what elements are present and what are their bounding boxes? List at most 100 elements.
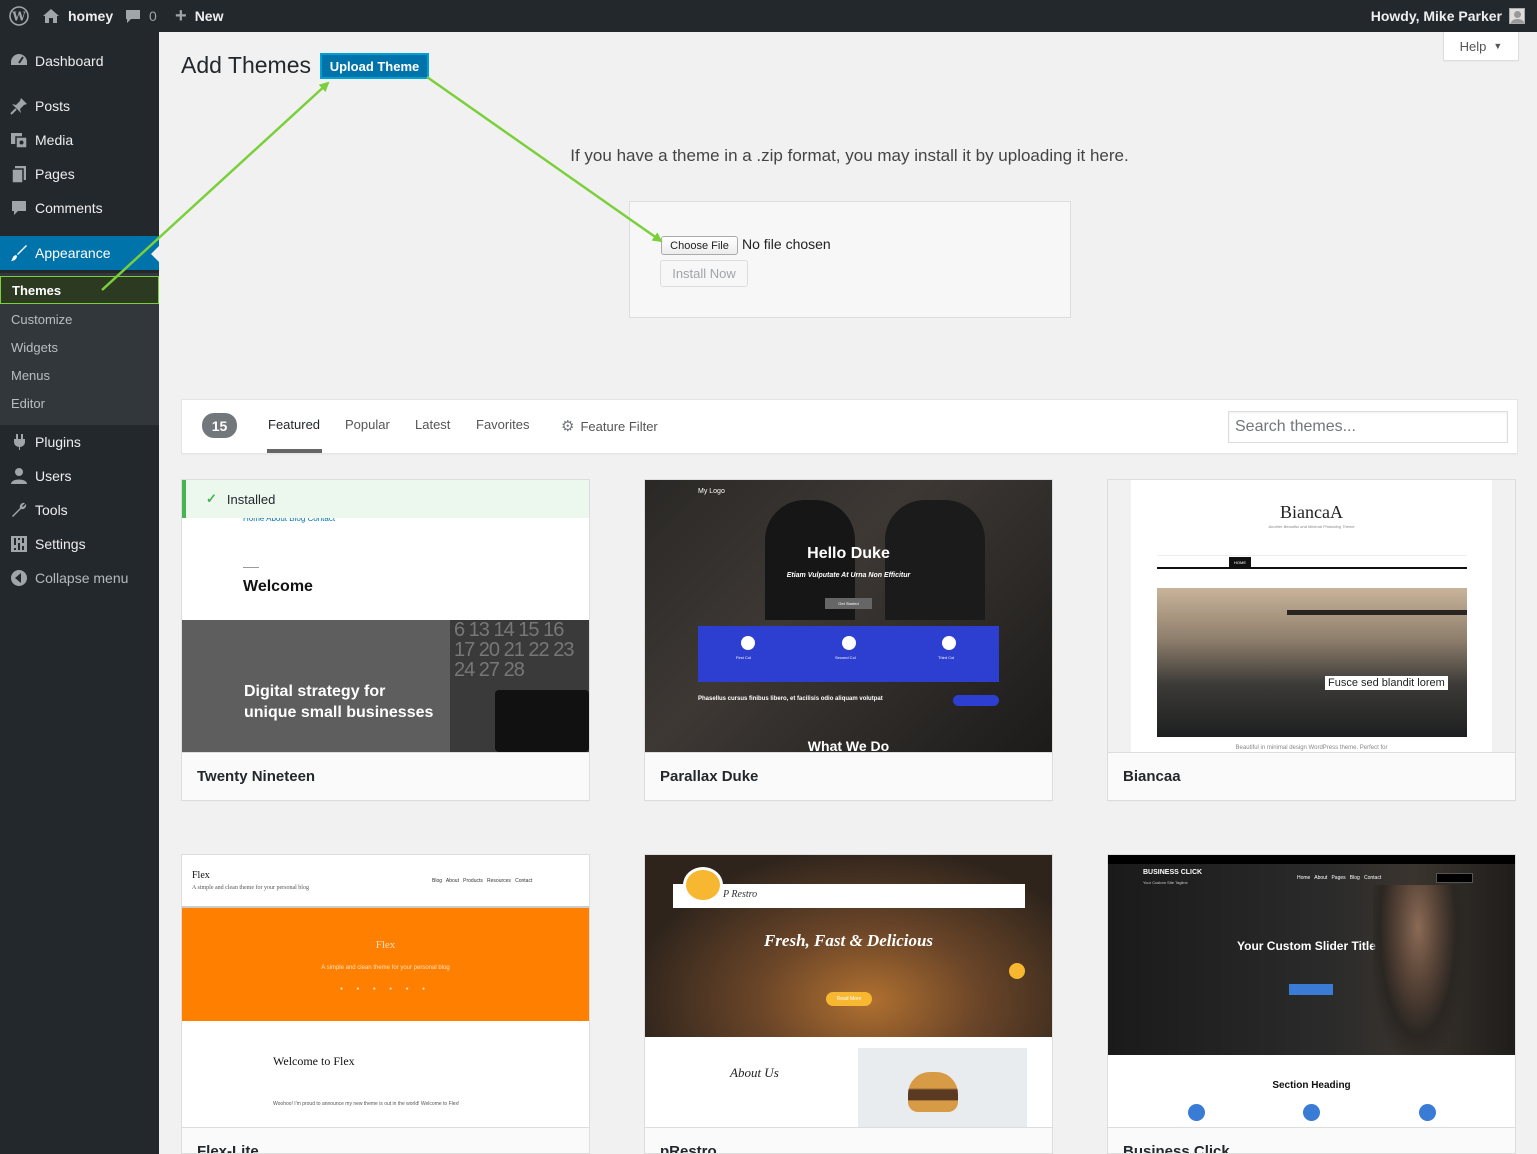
- tab-featured[interactable]: Featured: [268, 417, 320, 432]
- shot-about: About Us: [730, 1065, 779, 1080]
- plug-icon: [0, 433, 35, 451]
- gear-icon: ⚙: [561, 418, 575, 435]
- tab-favorites[interactable]: Favorites: [476, 417, 529, 432]
- howdy-text: Howdy, Mike Parker: [1370, 8, 1502, 24]
- choose-file-button[interactable]: Choose File: [661, 236, 738, 255]
- shot-strip-button: [953, 695, 999, 706]
- menu-label: Appearance: [35, 245, 111, 261]
- install-now-button[interactable]: Install Now: [660, 260, 748, 287]
- menu-dashboard[interactable]: Dashboard: [0, 44, 159, 78]
- shot-button: Get Started: [825, 598, 872, 609]
- caret-down-icon: ▼: [1493, 41, 1503, 51]
- shot-post-title: Welcome to Flex: [273, 1054, 355, 1068]
- shot-title: Hello Duke: [807, 545, 890, 562]
- submenu-customize[interactable]: Customize: [0, 305, 159, 333]
- comment-icon: [0, 199, 35, 217]
- comments-link[interactable]: 0: [125, 0, 157, 32]
- help-tab[interactable]: Help ▼: [1443, 32, 1519, 61]
- menu-label: Media: [35, 132, 74, 148]
- menu-label: Users: [35, 468, 72, 484]
- menu-label: Collapse menu: [35, 570, 129, 586]
- shot-header-bar: P Restro: [673, 884, 1025, 908]
- site-name-link[interactable]: homey: [42, 0, 113, 32]
- shot-monitor: [495, 690, 589, 752]
- user-icon: [0, 467, 35, 485]
- shot-menu-bar: HOME: [1157, 555, 1467, 569]
- active-menu-indicator: [151, 246, 159, 262]
- submenu-editor[interactable]: Editor: [0, 389, 159, 417]
- shot-headline-1: Digital strategy for: [244, 683, 386, 700]
- submenu-menus[interactable]: Menus: [0, 361, 159, 389]
- theme-screenshot: Home About Blog Contact Welcome 6 13 14 …: [182, 480, 589, 752]
- menu-plugins[interactable]: Plugins: [0, 425, 159, 459]
- shot-burger: [908, 1072, 958, 1112]
- menu-users[interactable]: Users: [0, 459, 159, 493]
- shot-feature-icon: [842, 636, 856, 650]
- theme-card-prestro[interactable]: P Restro Fresh, Fast & Delicious Read Mo…: [644, 854, 1053, 1154]
- upload-theme-button[interactable]: Upload Theme: [320, 53, 429, 79]
- active-tab-underline: [267, 449, 322, 453]
- theme-card-biancaa[interactable]: BiancaA Another Beautiful and Minimal Ph…: [1107, 479, 1516, 801]
- shot-calendar: 6 13 14 15 16 17 20 21 22 23 24 27 28: [450, 620, 589, 752]
- tab-popular[interactable]: Popular: [345, 417, 390, 432]
- menu-label: Plugins: [35, 434, 81, 450]
- tab-latest[interactable]: Latest: [415, 417, 450, 432]
- pages-icon: [0, 165, 35, 183]
- theme-name: Parallax Duke: [645, 752, 1052, 800]
- new-content-link[interactable]: + New: [175, 0, 223, 32]
- feature-icon: [1303, 1104, 1320, 1121]
- theme-screenshot: P Restro Fresh, Fast & Delicious Read Mo…: [645, 855, 1052, 1127]
- shot-pier: [1287, 610, 1467, 615]
- pin-icon: [0, 97, 35, 115]
- checkmark-icon: ✓: [206, 491, 217, 506]
- help-label: Help: [1459, 38, 1487, 54]
- shot-tagline: Your Custom Site Tagline: [1143, 880, 1188, 885]
- theme-card-twenty-nineteen[interactable]: ✓ Installed Home About Blog Contact Welc…: [181, 479, 590, 801]
- shot-section: Section Heading: [1272, 1080, 1351, 1091]
- menu-settings[interactable]: Settings: [0, 527, 159, 561]
- wrench-icon: [0, 501, 35, 519]
- upload-description: If you have a theme in a .zip format, yo…: [570, 146, 1129, 165]
- theme-card-business-click[interactable]: BUSINESS CLICK Your Custom Site Tagline …: [1107, 854, 1516, 1154]
- shot-nav: Blog About Products Resources Contact: [432, 878, 533, 884]
- no-file-chosen-label: No file chosen: [742, 236, 831, 252]
- shot-logo: BiancaA: [1280, 502, 1343, 522]
- chef-hat-icon: [683, 867, 723, 903]
- menu-label: Dashboard: [35, 53, 104, 69]
- menu-pages[interactable]: Pages: [0, 157, 159, 191]
- shot-col-3: Third Col: [938, 655, 955, 660]
- theme-screenshot: My Logo Hello Duke Etiam Vulputate At Ur…: [645, 480, 1052, 752]
- my-account-link[interactable]: Howdy, Mike Parker: [1371, 0, 1525, 32]
- menu-label: Posts: [35, 98, 71, 114]
- menu-tools[interactable]: Tools: [0, 493, 159, 527]
- menu-posts[interactable]: Posts: [0, 89, 159, 123]
- collapse-menu-button[interactable]: Collapse menu: [0, 561, 159, 595]
- avatar: [1509, 8, 1525, 24]
- menu-label: Pages: [35, 166, 75, 182]
- home-icon: [43, 9, 59, 23]
- search-themes-input[interactable]: [1228, 411, 1508, 443]
- feature-filter-button[interactable]: ⚙ Feature Filter: [561, 417, 658, 435]
- theme-card-flex-lite[interactable]: Flex A simple and clean theme for your p…: [181, 854, 590, 1154]
- shot-button: [1289, 984, 1333, 995]
- shot-feature-icon: [942, 636, 956, 650]
- shot-strip-text: Phasellus cursus finibus libero, et faci…: [698, 696, 883, 702]
- menu-comments[interactable]: Comments: [0, 191, 159, 225]
- menu-media[interactable]: Media: [0, 123, 159, 157]
- submenu-themes[interactable]: Themes: [0, 276, 159, 304]
- theme-name: Twenty Nineteen: [182, 752, 589, 800]
- shot-subtitle: Etiam Vulputate At Urna Non Efficitur: [786, 572, 911, 579]
- wordpress-logo-icon[interactable]: W: [9, 0, 29, 32]
- shot-hero: 6 13 14 15 16 17 20 21 22 23 24 27 28 Di…: [182, 620, 589, 752]
- menu-label: Comments: [35, 200, 103, 216]
- theme-card-parallax-duke[interactable]: My Logo Hello Duke Etiam Vulputate At Ur…: [644, 479, 1053, 801]
- shot-tagline: Another Beautiful and Minimal Photoblog …: [1268, 524, 1355, 529]
- theme-count-badge: 15: [202, 413, 237, 438]
- comment-bubble-icon: [126, 9, 140, 23]
- submenu-widgets[interactable]: Widgets: [0, 333, 159, 361]
- shot-hero-sub: A simple and clean theme for your person…: [321, 965, 450, 971]
- shot-nav: Home About Pages Blog Contact: [1297, 875, 1382, 881]
- shot-button: Read More: [826, 992, 872, 1006]
- menu-appearance[interactable]: Appearance: [0, 236, 159, 270]
- feature-filter-label: Feature Filter: [580, 418, 658, 434]
